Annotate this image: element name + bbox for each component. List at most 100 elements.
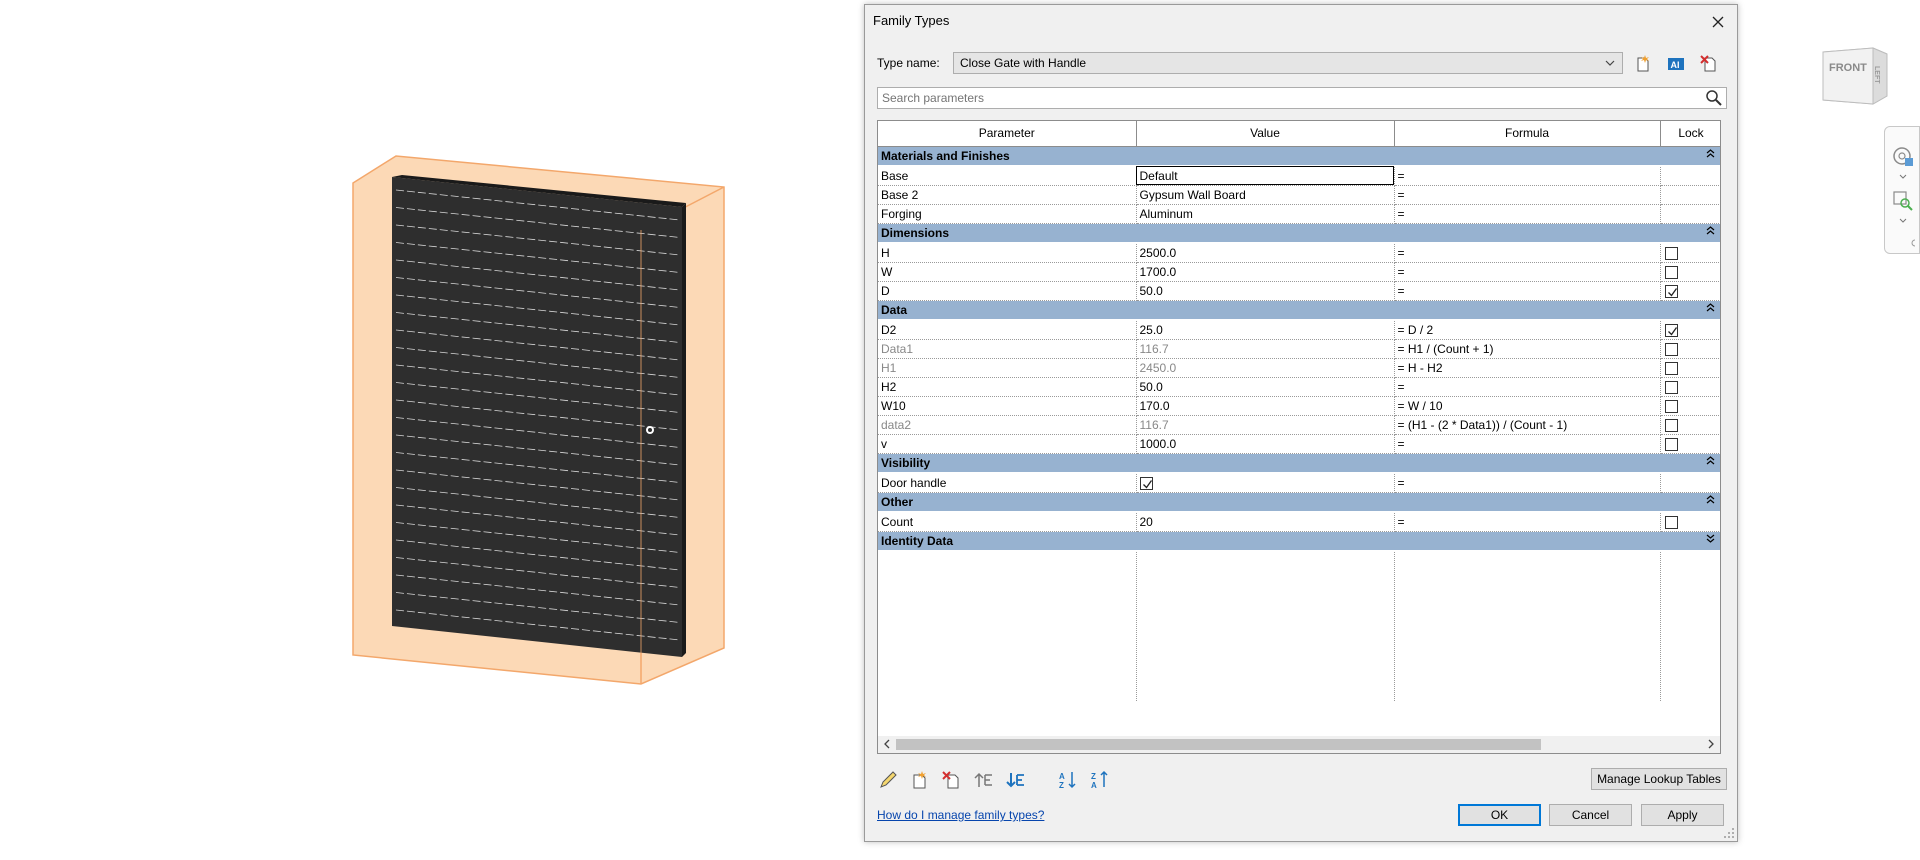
parameter-row[interactable]: v 1000.0 = — [878, 434, 1720, 454]
delete-parameter-icon[interactable] — [941, 769, 963, 791]
parameter-group-cell[interactable]: Dimensions — [878, 223, 1720, 244]
lock-checkbox[interactable] — [1664, 361, 1678, 375]
parameter-name-cell[interactable]: v — [878, 434, 1137, 454]
parameter-formula-cell[interactable]: = (H1 - (2 * Data1)) / (Count - 1) — [1394, 415, 1661, 435]
parameter-value-cell[interactable]: 116.7 — [1136, 415, 1395, 435]
collapse-icon[interactable] — [1706, 494, 1715, 507]
parameter-group-header[interactable]: Identity Data — [878, 531, 1720, 552]
parameter-name-cell[interactable]: Base — [878, 166, 1137, 186]
parameter-formula-cell[interactable]: = H1 / (Count + 1) — [1394, 339, 1661, 359]
chevron-down-icon[interactable] — [1891, 173, 1915, 183]
parameter-value-cell[interactable]: 25.0 — [1136, 320, 1395, 340]
parameter-lock-cell[interactable] — [1660, 512, 1720, 532]
parameter-lock-cell[interactable] — [1660, 396, 1720, 416]
parameter-formula-cell[interactable]: = H - H2 — [1394, 358, 1661, 378]
parameter-value-cell[interactable]: Default — [1136, 166, 1395, 186]
parameter-lock-cell[interactable] — [1660, 358, 1720, 378]
parameter-group-header[interactable]: Data — [878, 300, 1720, 321]
parameter-formula-cell[interactable]: = — [1394, 262, 1661, 282]
chevron-down-icon[interactable] — [1891, 217, 1915, 227]
parameter-formula-cell[interactable]: = — [1394, 281, 1661, 301]
viewcube-front-label[interactable]: FRONT — [1829, 62, 1867, 74]
search-icon[interactable] — [1704, 89, 1724, 107]
expand-icon[interactable] — [1706, 534, 1715, 546]
parameter-lock-cell[interactable] — [1660, 473, 1720, 493]
parameter-value-cell[interactable]: Gypsum Wall Board — [1136, 185, 1395, 205]
parameter-lock-cell[interactable] — [1660, 415, 1720, 435]
parameter-lock-cell[interactable] — [1660, 281, 1720, 301]
lock-checkbox[interactable] — [1664, 380, 1678, 394]
parameter-lock-cell[interactable] — [1660, 185, 1720, 205]
value-checkbox[interactable] — [1139, 476, 1153, 490]
parameter-group-cell[interactable]: Other — [878, 492, 1720, 513]
parameter-row[interactable]: data2 116.7 = (H1 - (2 * Data1)) / (Count … — [878, 415, 1720, 435]
parameter-value-cell[interactable] — [1136, 473, 1395, 493]
horizontal-scrollbar[interactable] — [877, 736, 1721, 754]
parameter-group-cell[interactable]: Identity Data — [878, 531, 1720, 552]
lock-checkbox[interactable] — [1664, 265, 1678, 279]
parameter-formula-cell[interactable]: = — [1394, 243, 1661, 263]
column-header-formula[interactable]: Formula — [1394, 121, 1661, 147]
parameter-formula-cell[interactable]: = — [1394, 166, 1661, 186]
parameter-group-header[interactable]: Visibility — [878, 453, 1720, 474]
rename-type-icon[interactable]: AI — [1666, 54, 1686, 74]
search-input[interactable] — [878, 88, 1678, 108]
parameter-name-cell[interactable]: D — [878, 281, 1137, 301]
new-type-icon[interactable] — [1633, 54, 1653, 74]
gate-panel[interactable] — [392, 177, 682, 657]
lock-checkbox[interactable] — [1664, 515, 1678, 529]
parameter-row[interactable]: W 1700.0 = — [878, 262, 1720, 282]
help-link[interactable]: How do I manage family types? — [877, 808, 1044, 822]
collapse-icon[interactable] — [1706, 225, 1715, 238]
parameter-row[interactable]: Base Default = — [878, 166, 1720, 186]
parameter-name-cell[interactable]: Base 2 — [878, 185, 1137, 205]
resize-grip-icon[interactable] — [1723, 827, 1735, 839]
parameter-lock-cell[interactable] — [1660, 166, 1720, 186]
parameter-group-cell[interactable]: Data — [878, 300, 1720, 321]
lock-checkbox[interactable] — [1664, 284, 1678, 298]
parameter-lock-cell[interactable] — [1660, 262, 1720, 282]
parameter-formula-cell[interactable]: = — [1394, 377, 1661, 397]
parameter-formula-cell[interactable]: = — [1394, 434, 1661, 454]
lock-checkbox[interactable] — [1664, 246, 1678, 260]
parameter-row[interactable]: Data1 116.7 = H1 / (Count + 1) — [878, 339, 1720, 359]
parameter-row[interactable]: Door handle = — [878, 473, 1720, 493]
parameter-row[interactable]: Count 20 = — [878, 512, 1720, 532]
door-handle-icon[interactable] — [646, 426, 654, 434]
parameter-row[interactable]: Forging Aluminum = — [878, 204, 1720, 224]
parameter-name-cell[interactable]: Data1 — [878, 339, 1137, 359]
parameter-lock-cell[interactable] — [1660, 320, 1720, 340]
parameter-formula-cell[interactable]: = — [1394, 185, 1661, 205]
move-up-icon[interactable] — [973, 769, 995, 791]
parameter-row[interactable]: H2 50.0 = — [878, 377, 1720, 397]
parameter-value-cell[interactable]: 170.0 — [1136, 396, 1395, 416]
move-down-icon[interactable] — [1005, 769, 1027, 791]
parameter-value-cell[interactable]: 20 — [1136, 512, 1395, 532]
parameter-value-cell[interactable]: 1700.0 — [1136, 262, 1395, 282]
parameter-group-cell[interactable]: Materials and Finishes — [878, 146, 1720, 167]
parameter-row[interactable]: Base 2 Gypsum Wall Board = — [878, 185, 1720, 205]
parameter-formula-cell[interactable]: = — [1394, 512, 1661, 532]
apply-button[interactable]: Apply — [1641, 804, 1724, 826]
lock-checkbox[interactable] — [1664, 437, 1678, 451]
viewcube-side-label[interactable]: LEFT — [1873, 66, 1880, 84]
manage-lookup-tables-button[interactable]: Manage Lookup Tables — [1591, 768, 1727, 790]
parameter-value-cell[interactable]: 50.0 — [1136, 377, 1395, 397]
parameter-formula-cell[interactable]: = — [1394, 473, 1661, 493]
parameter-value-cell[interactable]: Aluminum — [1136, 204, 1395, 224]
type-name-dropdown[interactable]: Close Gate with Handle — [953, 52, 1623, 74]
parameter-name-cell[interactable]: W — [878, 262, 1137, 282]
parameter-value-cell[interactable]: 2450.0 — [1136, 358, 1395, 378]
close-icon[interactable] — [1707, 11, 1729, 33]
collapse-icon[interactable] — [1706, 148, 1715, 161]
parameter-name-cell[interactable]: Door handle — [878, 473, 1137, 493]
column-header-value[interactable]: Value — [1136, 121, 1395, 147]
cancel-button[interactable]: Cancel — [1549, 804, 1632, 826]
parameter-lock-cell[interactable] — [1660, 434, 1720, 454]
parameter-name-cell[interactable]: H1 — [878, 358, 1137, 378]
parameter-row[interactable]: D2 25.0 = D / 2 — [878, 320, 1720, 340]
parameter-row[interactable]: D 50.0 = — [878, 281, 1720, 301]
parameter-lock-cell[interactable] — [1660, 377, 1720, 397]
parameter-name-cell[interactable]: D2 — [878, 320, 1137, 340]
scroll-left-icon[interactable] — [881, 738, 893, 750]
